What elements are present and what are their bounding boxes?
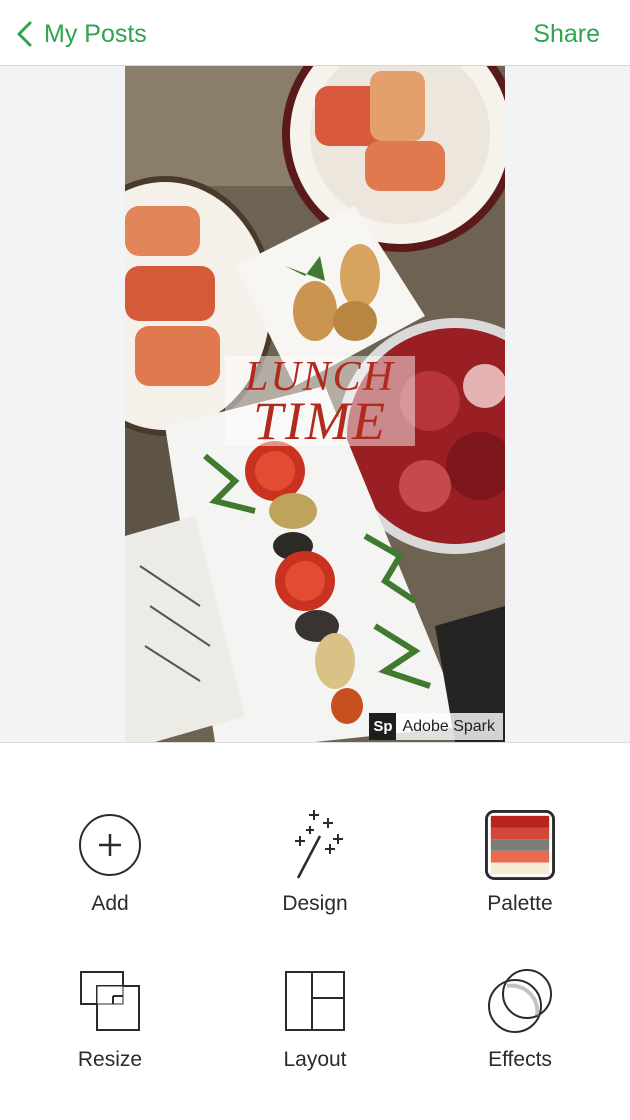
layout-icon xyxy=(280,966,350,1036)
badge-text: Adobe Spark xyxy=(402,717,495,735)
palette-button[interactable]: Palette xyxy=(430,810,610,950)
post-preview[interactable]: LUNCH TIME Sp Adobe Spark xyxy=(125,66,505,742)
back-button-label: My Posts xyxy=(44,19,147,48)
plus-circle-icon xyxy=(75,810,145,880)
layout-label: Layout xyxy=(283,1048,347,1071)
magic-wand-icon xyxy=(280,810,350,880)
top-nav-bar: My Posts Share xyxy=(0,0,630,66)
effects-label: Effects xyxy=(488,1048,552,1071)
layout-button[interactable]: Layout xyxy=(225,966,405,1106)
resize-button[interactable]: Resize xyxy=(20,966,200,1106)
effects-icon xyxy=(485,966,555,1036)
design-label: Design xyxy=(282,892,348,915)
add-label: Add xyxy=(91,892,129,915)
palette-swatch-icon xyxy=(485,810,555,880)
canvas-area: LUNCH TIME Sp Adobe Spark xyxy=(0,66,630,743)
headline-line-2: TIME xyxy=(253,391,387,451)
add-button[interactable]: Add xyxy=(20,810,200,950)
headline-text-box[interactable]: LUNCH TIME xyxy=(225,356,415,451)
design-button[interactable]: Design xyxy=(225,810,405,950)
back-button[interactable]: My Posts xyxy=(14,14,147,54)
adobe-spark-badge[interactable]: Sp Adobe Spark xyxy=(369,713,503,740)
effects-button[interactable]: Effects xyxy=(430,966,610,1106)
share-button[interactable]: Share xyxy=(533,14,600,54)
chevron-left-icon xyxy=(17,21,32,47)
resize-label: Resize xyxy=(77,1048,143,1071)
tool-grid: Add Design Palette Resize Layout Effects xyxy=(0,744,630,1120)
palette-label: Palette xyxy=(487,892,553,915)
spark-logo-icon: Sp xyxy=(369,713,397,740)
resize-icon xyxy=(75,966,145,1036)
